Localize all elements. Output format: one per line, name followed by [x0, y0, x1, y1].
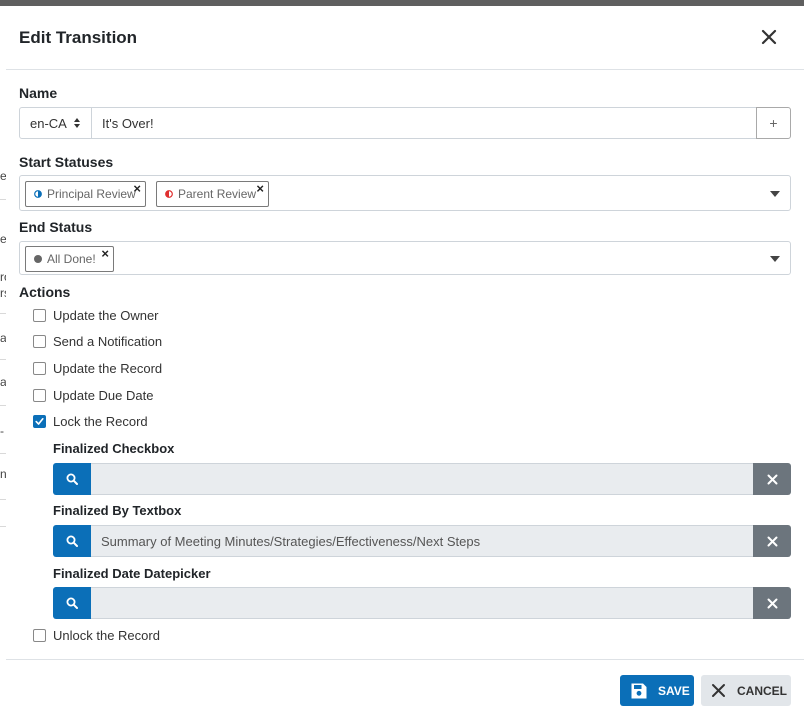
cancel-label: CANCEL [737, 683, 787, 698]
close-icon [767, 598, 777, 608]
finalized-by-textbox-picker: Summary of Meeting Minutes/Strategies/Ef… [53, 525, 791, 557]
lock-record-checkbox[interactable] [33, 414, 46, 428]
end-status-label: End Status [19, 219, 93, 235]
action-unlock-record[interactable]: Unlock the Record [33, 626, 160, 644]
dialog-title: Edit Transition [19, 28, 138, 47]
action-send-notification[interactable]: Send a Notification [33, 332, 162, 350]
chip-label: Parent Review [178, 187, 257, 201]
action-update-owner[interactable]: Update the Owner [33, 306, 159, 324]
chip-label: All Done! [47, 252, 96, 266]
save-button[interactable]: SAVE [620, 675, 694, 706]
search-button[interactable] [53, 463, 91, 495]
cancel-button[interactable]: CANCEL [701, 675, 791, 706]
finalized-by-textbox-field[interactable]: Summary of Meeting Minutes/Strategies/Ef… [91, 525, 753, 557]
finalized-checkbox-field[interactable] [91, 463, 753, 495]
close-icon [761, 29, 777, 45]
finalized-checkbox-label: Finalized Checkbox [53, 441, 175, 456]
close-icon [767, 474, 777, 484]
close-button[interactable] [760, 28, 778, 46]
sort-arrows-icon [74, 118, 80, 128]
add-translation-button[interactable]: + [756, 107, 791, 139]
start-statuses-label: Start Statuses [19, 154, 114, 170]
search-icon [66, 535, 78, 547]
action-label: Update Due Date [53, 387, 154, 403]
floppy-disk-icon [631, 683, 647, 698]
close-icon [767, 536, 777, 546]
action-update-record[interactable]: Update the Record [33, 359, 162, 377]
action-label: Lock the Record [53, 413, 148, 429]
clear-button[interactable] [753, 463, 791, 495]
chip-label: Principal Review [47, 187, 136, 201]
language-select[interactable]: en-CA [19, 107, 92, 139]
action-update-due-date[interactable]: Update Due Date [33, 386, 153, 404]
send-notification-checkbox[interactable] [33, 334, 46, 348]
clear-button[interactable] [753, 587, 791, 619]
action-lock-record[interactable]: Lock the Record [33, 412, 148, 430]
search-button[interactable] [53, 587, 91, 619]
dropdown-arrow-icon[interactable] [770, 256, 780, 262]
dropdown-arrow-icon[interactable] [770, 191, 780, 197]
remove-chip-icon[interactable]: × [256, 182, 264, 195]
finalized-date-datepicker-label: Finalized Date Datepicker [53, 566, 211, 581]
dialog-header: Edit Transition [6, 6, 804, 70]
finalized-by-textbox-label: Finalized By Textbox [53, 503, 182, 518]
actions-label: Actions [19, 284, 71, 300]
action-label: Update the Record [53, 360, 163, 376]
end-status-select[interactable]: All Done! × [19, 241, 791, 275]
clear-button[interactable] [753, 525, 791, 557]
save-label: SAVE [658, 683, 690, 698]
status-chip-principal-review[interactable]: Principal Review × [25, 181, 146, 207]
name-input[interactable]: It's Over! [92, 107, 757, 139]
circle-gray-icon [34, 255, 42, 263]
status-chip-parent-review[interactable]: Parent Review × [156, 181, 269, 207]
update-due-date-checkbox[interactable] [33, 388, 46, 402]
action-label: Update the Owner [53, 307, 159, 323]
search-icon [66, 597, 78, 609]
dialog-footer: SAVE CANCEL [6, 659, 804, 714]
finalized-date-datepicker-field[interactable] [91, 587, 753, 619]
finalized-checkbox-picker [53, 463, 791, 495]
remove-chip-icon[interactable]: × [133, 182, 141, 195]
edit-transition-dialog: Edit Transition Name en-CA It's Over! + … [6, 6, 804, 714]
close-icon [712, 684, 725, 697]
action-label: Send a Notification [53, 333, 163, 349]
name-input-group: en-CA It's Over! + [19, 107, 791, 139]
search-icon [66, 473, 78, 485]
language-value: en-CA [30, 115, 67, 131]
remove-chip-icon[interactable]: × [101, 247, 109, 260]
name-label: Name [19, 85, 58, 101]
unlock-record-checkbox[interactable] [33, 628, 46, 642]
half-circle-red-icon [165, 190, 173, 198]
start-statuses-select[interactable]: Principal Review × Parent Review × [19, 175, 791, 211]
action-label: Unlock the Record [53, 627, 160, 643]
half-circle-blue-icon [34, 190, 42, 198]
checkmark-icon [35, 417, 44, 425]
search-button[interactable] [53, 525, 91, 557]
update-owner-checkbox[interactable] [33, 308, 46, 322]
status-chip-all-done[interactable]: All Done! × [25, 246, 114, 272]
update-record-checkbox[interactable] [33, 361, 46, 375]
finalized-date-datepicker-picker [53, 587, 791, 619]
